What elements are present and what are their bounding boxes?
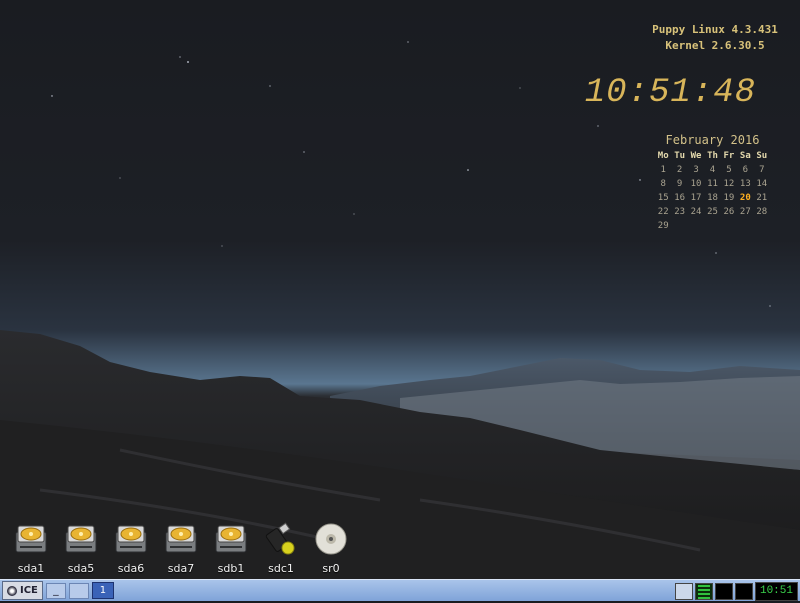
kernel-version-text: Kernel 2.6.30.5	[665, 39, 765, 52]
start-menu-label: ICE	[20, 585, 38, 596]
calendar-day: 7	[759, 165, 765, 175]
calendar-day: 24	[690, 207, 702, 217]
drive-sda1[interactable]: sda1	[6, 522, 56, 575]
calendar-day: 23	[674, 207, 686, 217]
calendar-day: 2	[676, 165, 683, 175]
calendar-day: 27	[739, 207, 751, 217]
calendar-title: February 2016	[665, 133, 760, 147]
drive-label: sda5	[67, 562, 95, 575]
drive-sda6[interactable]: sda6	[106, 522, 156, 575]
calendar-day: 15	[657, 193, 669, 203]
show-desktop-button[interactable]: _	[45, 582, 66, 599]
drive-sr0[interactable]: sr0	[306, 522, 356, 575]
start-menu-button[interactable]: ICE	[2, 581, 43, 600]
calendar-day: 13	[739, 179, 751, 189]
desktop-clock: 10:51:48	[584, 74, 756, 112]
monitor-icon[interactable]	[674, 583, 693, 600]
calendar-day: 26	[723, 207, 735, 217]
cpu-meter-icon[interactable]	[694, 583, 713, 600]
calendar-day: 6	[742, 165, 749, 175]
drive-label: sdc1	[268, 562, 294, 575]
calendar-day: 12	[723, 179, 735, 189]
drive-sdb1[interactable]: sdb1	[206, 522, 256, 575]
tray-clock[interactable]: 10:51	[754, 582, 798, 601]
calendar-day: 3	[693, 165, 699, 175]
system-tray: 10:51	[673, 582, 798, 601]
calendar-weekday: Th	[707, 151, 718, 161]
drive-sda7[interactable]: sda7	[156, 522, 206, 575]
calendar-day: 10	[690, 179, 702, 189]
drive-icons-row: sda1 sda5 sda6 sda7 sdb1 sdc1 sr0	[6, 522, 356, 575]
calendar-day: 1	[660, 165, 666, 175]
calendar-day: 22	[657, 207, 669, 217]
calendar-day: 21	[756, 193, 768, 203]
optical-disc-icon	[314, 522, 348, 556]
drive-sda5[interactable]: sda5	[56, 522, 106, 575]
calendar-day: 9	[676, 179, 683, 189]
drive-label: sda1	[17, 562, 45, 575]
hard-drive-icon	[64, 522, 98, 556]
volume-icon[interactable]	[734, 583, 753, 600]
drive-label: sda6	[117, 562, 145, 575]
calendar-day: 28	[756, 207, 768, 217]
calendar-weekday: We	[690, 151, 702, 161]
os-version-text: Puppy Linux 4.3.431	[652, 23, 778, 36]
hard-drive-icon	[114, 522, 148, 556]
drive-label: sda7	[167, 562, 195, 575]
ice-logo-icon	[7, 585, 17, 596]
calendar-grid: Mo Tu We Th Fr Sa Su 1 2 3 4 5 6 7 8 9 10 11 12 13 14 15 16 17 1…	[655, 149, 770, 233]
taskbar: ICE _ 1 10:51	[0, 579, 800, 601]
calendar-day: 25	[707, 207, 718, 217]
system-info-overlay: Puppy Linux 4.3.431 Kernel 2.6.30.5	[630, 22, 800, 54]
calendar-weekday: Fr	[723, 151, 735, 161]
calendar-day: 29	[657, 221, 669, 231]
calendar-day: 5	[726, 165, 732, 175]
hard-drive-icon	[164, 522, 198, 556]
calendar-day: 11	[707, 179, 718, 189]
desktop-calendar: February 2016 Mo Tu We Th Fr Sa Su 1 2 3 4 5 6 7 8 9 10 1…	[655, 133, 770, 233]
calendar-weekday: Su	[756, 151, 768, 161]
calendar-day: 4	[709, 165, 716, 175]
network-icon[interactable]	[714, 583, 733, 600]
drive-label: sr0	[322, 562, 340, 575]
calendar-day: 17	[690, 193, 702, 203]
calendar-day: 8	[660, 179, 666, 189]
workspace-pager[interactable]: 1	[91, 582, 114, 599]
hard-drive-icon	[214, 522, 248, 556]
usb-drive-icon	[264, 522, 298, 556]
calendar-day: 14	[756, 179, 768, 189]
calendar-today: 20	[739, 193, 751, 203]
hard-drive-icon	[14, 522, 48, 556]
drive-label: sdb1	[217, 562, 245, 575]
calendar-weekday: Sa	[739, 151, 751, 161]
calendar-day: 19	[723, 193, 735, 203]
drive-sdc1[interactable]: sdc1	[256, 522, 306, 575]
calendar-weekday: Tu	[674, 151, 686, 161]
calendar-weekday: Mo	[657, 151, 669, 161]
calendar-day: 18	[707, 193, 718, 203]
calendar-day: 16	[674, 193, 686, 203]
taskbar-button[interactable]	[68, 582, 89, 599]
